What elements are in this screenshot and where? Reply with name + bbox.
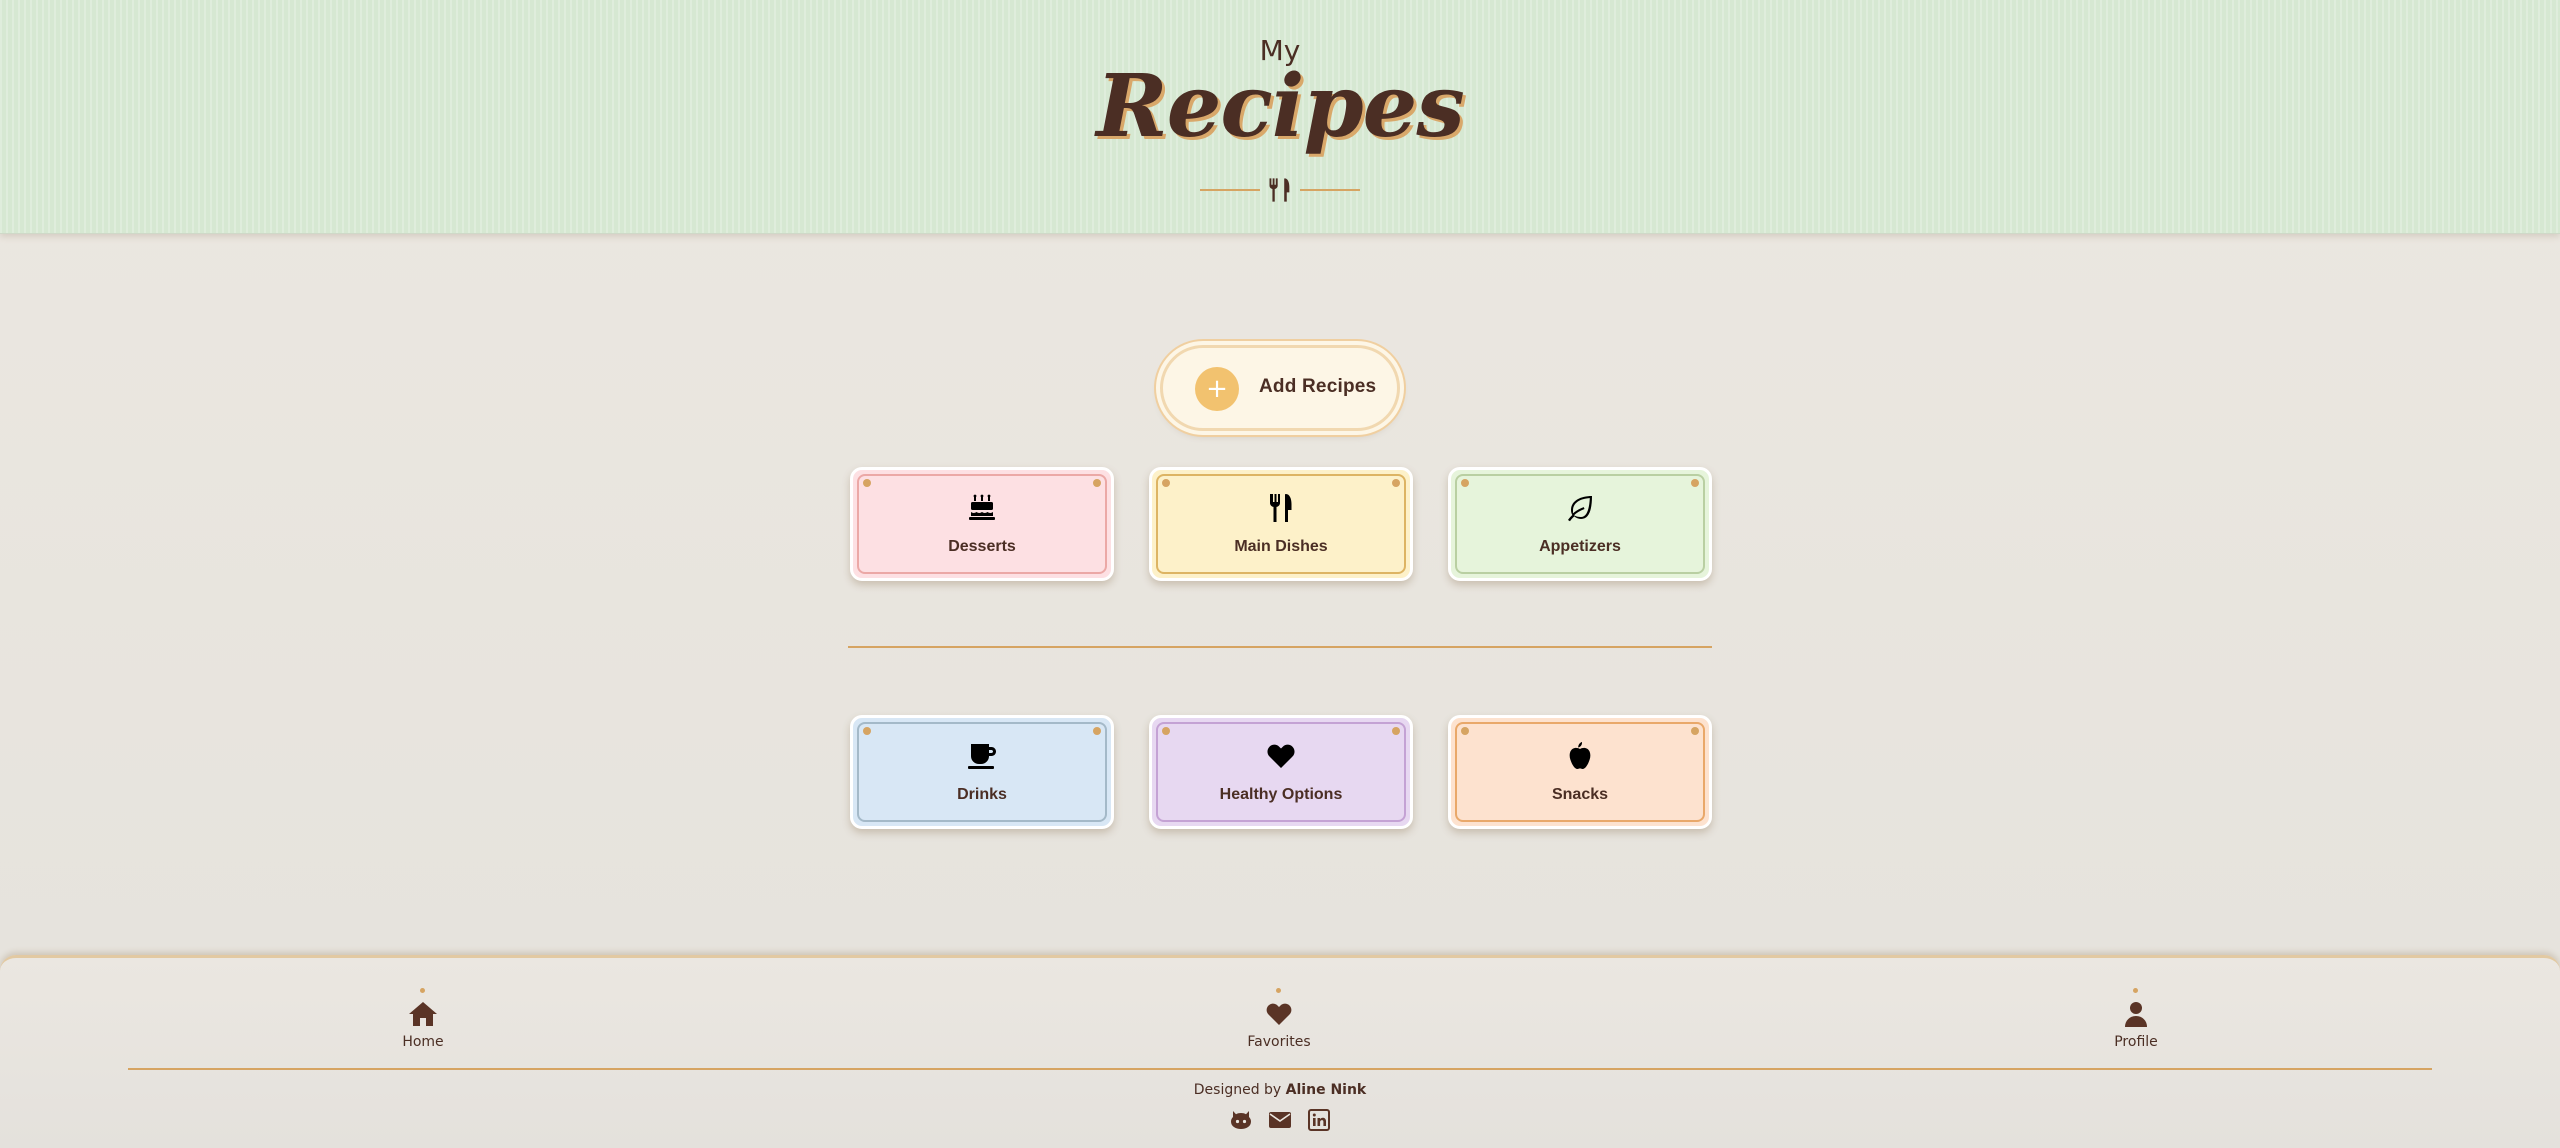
home-icon [409, 1002, 437, 1026]
card-pin [1162, 727, 1170, 735]
card-pin [1093, 727, 1101, 735]
header-divider-right [1300, 189, 1360, 191]
category-card-drinks[interactable]: Drinks [850, 715, 1114, 829]
mug-icon [968, 744, 996, 769]
card-pin [1093, 479, 1101, 487]
nav-indicator-dot [1276, 988, 1281, 993]
bottom-navigation: Home Favorites Profile Designed by Aline… [0, 955, 2560, 1148]
header-divider-left [1200, 189, 1260, 191]
category-label: Snacks [1551, 786, 1609, 803]
card-pin [863, 479, 871, 487]
category-label: Drinks [957, 786, 1007, 803]
card-pin [1162, 479, 1170, 487]
page-header: My Recipes [0, 0, 2560, 234]
utensils-icon [1270, 494, 1292, 522]
birthday-cake-icon [969, 494, 995, 520]
category-label: Desserts [948, 538, 1016, 555]
nav-profile[interactable]: Profile [2076, 988, 2196, 1058]
category-label: Main Dishes [1234, 538, 1328, 555]
utensils-icon [1269, 178, 1290, 202]
card-pin [1691, 727, 1699, 735]
heart-icon [1267, 744, 1295, 768]
category-label: Appetizers [1539, 538, 1621, 555]
designer-credit: Designed by Aline Nink [0, 1082, 2560, 1098]
add-recipes-label: Add Recipes [1259, 376, 1377, 397]
user-icon [2125, 1002, 2147, 1027]
nav-indicator-dot [420, 988, 425, 993]
credit-prefix: Designed by [1193, 1082, 1282, 1098]
card-pin [863, 727, 871, 735]
card-pin [1461, 727, 1469, 735]
category-card-main-dishes[interactable]: Main Dishes [1149, 467, 1413, 581]
category-label: Healthy Options [1219, 786, 1343, 803]
page-title: Recipes [1096, 56, 1465, 157]
category-card-snacks[interactable]: Snacks [1448, 715, 1712, 829]
footer-divider [128, 1068, 2432, 1070]
card-pin [1392, 479, 1400, 487]
category-card-appetizers[interactable]: Appetizers [1448, 467, 1712, 581]
leaf-icon [1568, 496, 1592, 522]
credit-name: Aline Nink [1285, 1082, 1367, 1098]
nav-favorites[interactable]: Favorites [1219, 988, 1339, 1058]
card-pin [1691, 479, 1699, 487]
category-card-healthy-options[interactable]: Healthy Options [1149, 715, 1413, 829]
nav-favorites-label: Favorites [1247, 1034, 1311, 1050]
apple-icon [1569, 742, 1591, 769]
card-pin [1461, 479, 1469, 487]
nav-indicator-dot [2133, 988, 2138, 993]
plus-icon: + [1195, 367, 1239, 411]
nav-profile-label: Profile [2114, 1034, 2158, 1050]
heart-icon [1266, 1003, 1292, 1025]
category-card-desserts[interactable]: Desserts [850, 467, 1114, 581]
github-icon[interactable] [1229, 1108, 1253, 1132]
card-pin [1392, 727, 1400, 735]
add-recipes-button[interactable]: + Add Recipes [1160, 345, 1400, 431]
nav-home-label: Home [402, 1034, 444, 1050]
section-divider [848, 646, 1712, 648]
nav-home[interactable]: Home [363, 988, 483, 1058]
linkedin-icon[interactable] [1307, 1108, 1331, 1132]
mail-icon[interactable] [1268, 1108, 1292, 1132]
